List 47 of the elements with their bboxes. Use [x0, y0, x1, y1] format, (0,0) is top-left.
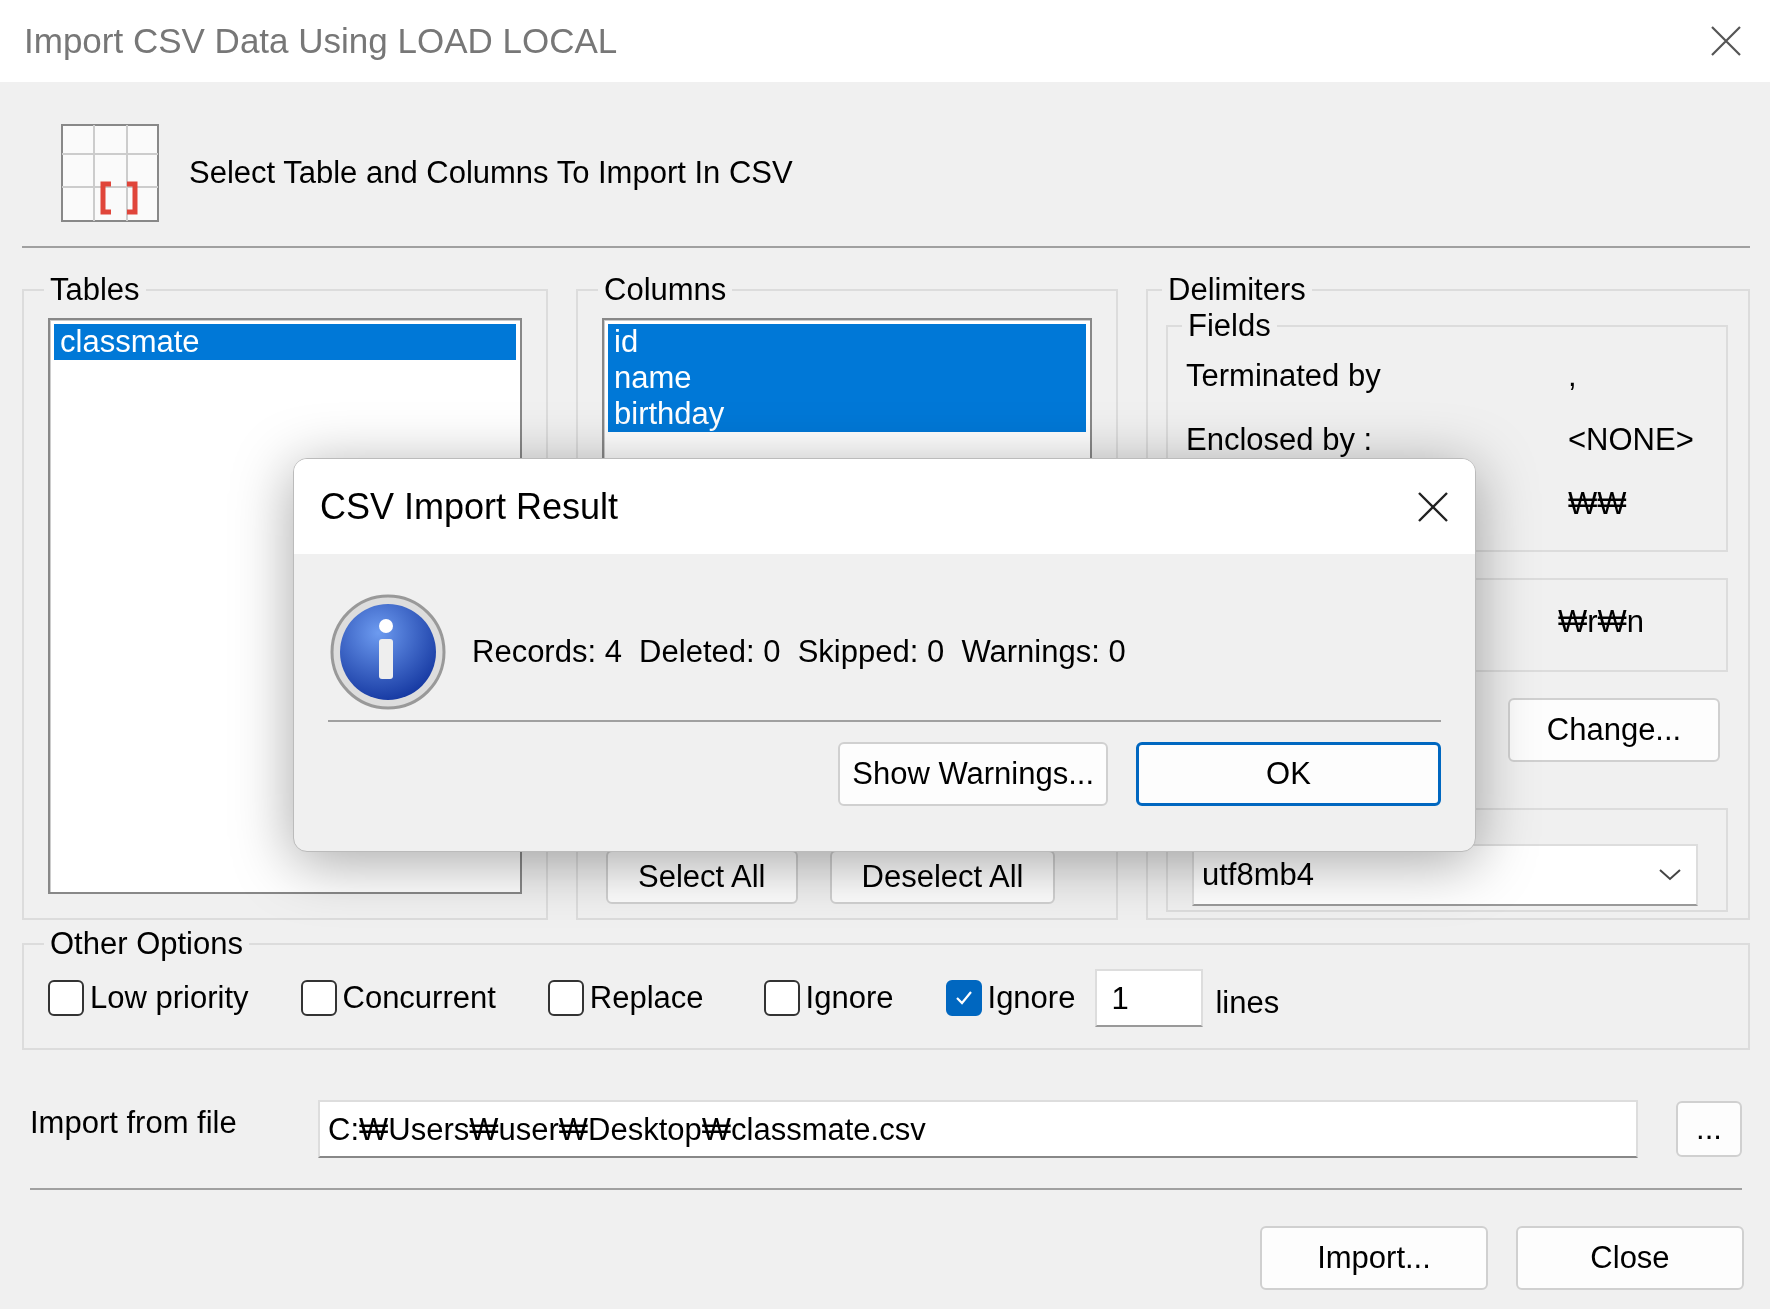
- field-value: ,: [1568, 358, 1578, 394]
- field-label: Terminated by: [1186, 358, 1382, 394]
- table-icon: [61, 124, 159, 222]
- close-icon: [1417, 490, 1449, 523]
- checkbox[interactable]: [547, 980, 584, 1016]
- list-item[interactable]: id: [608, 324, 1086, 360]
- checkbox-option[interactable]: Ignore: [945, 980, 1076, 1016]
- group-label: Fields: [1187, 308, 1272, 344]
- checkbox[interactable]: [300, 980, 337, 1016]
- file-path-field[interactable]: C:₩Users₩user₩Desktop₩classmate.csv: [318, 1100, 1638, 1158]
- checkbox-option[interactable]: Concurrent: [300, 980, 496, 1016]
- checkbox-option[interactable]: Replace: [547, 980, 704, 1016]
- group-label: Delimiters: [1167, 272, 1307, 308]
- button[interactable]: Close: [1516, 1226, 1744, 1290]
- dialog-title: CSV Import Result: [320, 485, 619, 528]
- list-item[interactable]: birthday: [608, 396, 1086, 432]
- field-value: <NONE>: [1568, 422, 1695, 458]
- field-value: ₩r₩n: [1558, 604, 1646, 640]
- count-field[interactable]: 1: [1095, 969, 1204, 1027]
- ok-button[interactable]: OK: [1136, 742, 1441, 806]
- encoding-dropdown[interactable]: utf8mb4: [1192, 844, 1698, 906]
- list-item[interactable]: classmate: [54, 324, 516, 360]
- button[interactable]: Select All: [606, 850, 798, 904]
- group-label: Other Options: [49, 926, 244, 962]
- button[interactable]: Import...: [1260, 1226, 1488, 1290]
- checkbox-option[interactable]: Ignore: [763, 980, 894, 1016]
- dialog-message: Records: 4 Deleted: 0 Skipped: 0 Warnings: 0: [472, 634, 1126, 670]
- show-warnings-button[interactable]: Show Warnings...: [838, 742, 1108, 806]
- checkbox[interactable]: [48, 980, 84, 1016]
- button[interactable]: Deselect All: [829, 850, 1056, 904]
- header-text: Select Table and Columns To Import In CSV: [189, 155, 793, 191]
- checkbox-option[interactable]: Low priority: [48, 980, 249, 1016]
- group-label: Tables: [49, 272, 141, 308]
- field-value: ₩₩: [1568, 486, 1628, 522]
- group-label: Columns: [603, 272, 728, 308]
- unit-label: lines: [1215, 985, 1280, 1021]
- browse-button[interactable]: ...: [1676, 1101, 1742, 1157]
- field-label: Enclosed by :: [1186, 422, 1374, 458]
- chevron-down-icon: [1658, 868, 1682, 882]
- window-title: Import CSV Data Using LOAD LOCAL: [24, 21, 618, 61]
- change-button[interactable]: Change...: [1508, 698, 1720, 762]
- info-icon: [328, 592, 448, 712]
- close-icon: [1710, 25, 1742, 57]
- checkbox[interactable]: [763, 980, 800, 1016]
- list-item[interactable]: name: [608, 360, 1086, 396]
- checkbox[interactable]: [945, 980, 982, 1016]
- field-label: Import from file: [30, 1105, 238, 1141]
